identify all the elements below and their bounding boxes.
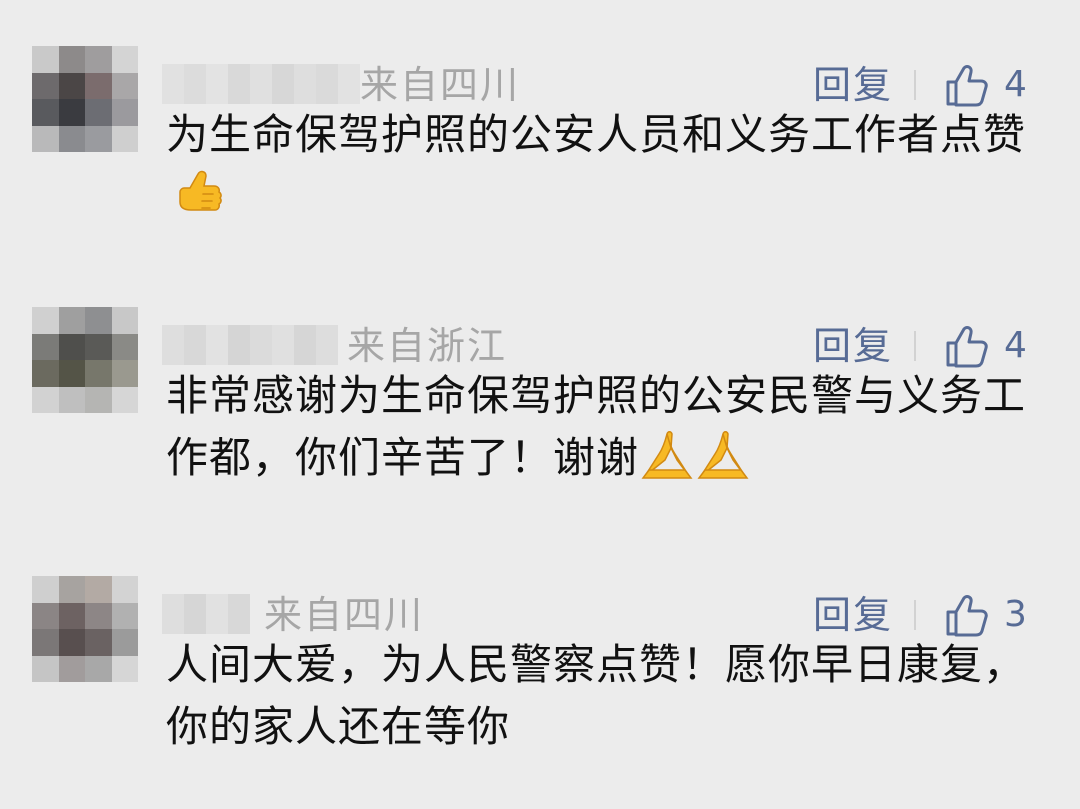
avatar[interactable] — [32, 307, 138, 413]
username-blurred[interactable] — [162, 325, 338, 365]
divider — [914, 331, 916, 361]
comment-text: 人间大爱，为人民警察点赞！愿你早日康复，你的家人还在等你 — [166, 640, 1027, 751]
thumbs-up-emoji-icon — [179, 170, 222, 211]
folded-hands-emoji-icon — [697, 431, 749, 479]
avatar[interactable] — [32, 576, 138, 682]
location-label: 来自四川 — [264, 593, 425, 637]
reply-button[interactable]: 回复 — [813, 60, 893, 110]
username-blurred[interactable] — [162, 594, 250, 634]
comment-text: 非常感谢为生命保驾护照的公安民警与义务工作都，你们辛苦了！谢谢 — [166, 371, 1027, 482]
thumbs-up-outline-icon[interactable] — [944, 62, 990, 108]
comment-text-container: 为生命保驾护照的公安人员和义务工作者点赞 — [166, 104, 1026, 229]
comment-text-container: 非常感谢为生命保驾护照的公安民警与义务工作都，你们辛苦了！谢谢 — [166, 365, 1026, 489]
username-blurred[interactable] — [162, 64, 360, 104]
like-count: 3 — [1004, 594, 1027, 635]
divider — [914, 600, 916, 630]
like-count: 4 — [1004, 325, 1027, 366]
divider — [914, 70, 916, 100]
reply-button[interactable]: 回复 — [813, 321, 893, 371]
thumbs-up-outline-icon[interactable] — [944, 592, 990, 638]
reply-button[interactable]: 回复 — [813, 590, 893, 640]
comment-text-container: 人间大爱，为人民警察点赞！愿你早日康复，你的家人还在等你 — [166, 634, 1026, 758]
comment-list: 来自四川 回复 4 为生命保驾护照的公安人员和义务工作者点赞 来自浙江 回复 4… — [0, 0, 1080, 809]
location-label: 来自浙江 — [347, 324, 508, 368]
location-label: 来自四川 — [360, 63, 521, 107]
thumbs-up-outline-icon[interactable] — [944, 323, 990, 369]
avatar[interactable] — [32, 46, 138, 152]
folded-hands-emoji-icon — [641, 431, 693, 479]
like-count: 4 — [1004, 64, 1027, 105]
comment-text: 为生命保驾护照的公安人员和义务工作者点赞 — [166, 110, 1027, 159]
